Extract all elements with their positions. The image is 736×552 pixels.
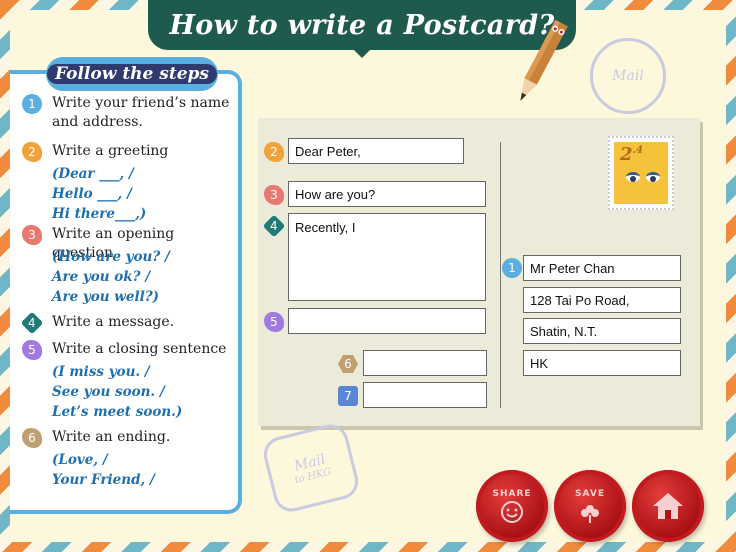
step-3-examples: (How are you? / Are you ok? / Are you we… (52, 247, 232, 307)
address-line-1-field[interactable]: Mr Peter Chan (523, 255, 681, 281)
step-3-example-3: Are you well?) (52, 289, 160, 305)
save-button-label: SAVE (575, 489, 605, 499)
step-3-number: 3 (22, 225, 42, 245)
badge-5: 5 (264, 312, 284, 332)
stamp-value-main: 2 (620, 144, 633, 165)
step-6-number: 6 (22, 428, 42, 448)
opening-question-field[interactable]: How are you? (288, 181, 486, 207)
step-3-example-2: Are you ok? / (52, 269, 151, 285)
postcard: 2 Dear Peter, 3 How are you? 4 Recently,… (258, 118, 700, 426)
postmark-top-label: Mail (612, 68, 644, 84)
step-2-examples: (Dear ___, / Hello ___, / Hi there___,) (52, 164, 232, 224)
step-1-number: 1 (22, 94, 42, 114)
step-6-examples: (Love, / Your Friend, / (52, 450, 232, 490)
step-2-example-2: Hello ___, / (52, 186, 132, 202)
step-2-number: 2 (22, 142, 42, 162)
step-5-example-3: Let’s meet soon.) (52, 404, 183, 420)
step-6-example-2: Your Friend, / (52, 472, 155, 488)
step-2-example-1: (Dear ___, / (52, 166, 134, 182)
badge-3: 3 (264, 185, 284, 205)
home-icon (653, 493, 683, 519)
ending-field[interactable] (363, 350, 487, 376)
flower-icon (581, 505, 599, 523)
stamp-right-eye-icon (646, 172, 660, 182)
pencil-icon (520, 19, 568, 101)
stamp-left-eye-icon (626, 172, 640, 182)
steps-heading: Follow the steps (47, 64, 217, 84)
address-line-4-field[interactable]: HK (523, 350, 681, 376)
signature-field[interactable] (363, 382, 487, 408)
badge-4: 4 (262, 214, 286, 238)
step-2-text: Write a greeting (52, 143, 169, 159)
address-line-2-field[interactable]: 128 Tai Po Road, (523, 287, 681, 313)
step-6-example-1: (Love, / (52, 452, 108, 468)
address-line-3-field[interactable]: Shatin, N.T. (523, 318, 681, 344)
stamp-value: 2.4 (620, 144, 643, 165)
step-1-text: Write your friend’s name and address. (52, 95, 230, 130)
stamp-value-decimal: .4 (632, 145, 643, 156)
share-button[interactable]: SHARE (476, 470, 548, 542)
closing-sentence-field[interactable] (288, 308, 486, 334)
postage-stamp: 2.4 (608, 136, 674, 210)
share-button-label: SHARE (492, 489, 532, 499)
badge-6: 6 (338, 355, 358, 373)
step-5-example-2: See you soon. / (52, 384, 165, 400)
message-field[interactable]: Recently, I (288, 213, 486, 301)
postcard-divider (500, 142, 501, 408)
greeting-field[interactable]: Dear Peter, (288, 138, 464, 164)
steps-heading-tab: Follow the steps (46, 57, 218, 91)
home-button[interactable] (632, 470, 704, 542)
badge-1: 1 (502, 258, 522, 278)
postmark-top: Mail (590, 38, 666, 114)
step-2-example-3: Hi there___,) (52, 206, 147, 222)
step-5-example-1: (I miss you. / (52, 364, 150, 380)
badge-7: 7 (338, 386, 358, 406)
step-4-number-label: 4 (28, 315, 36, 330)
save-button[interactable]: SAVE (554, 470, 626, 542)
step-3-example-1: (How are you? / (52, 249, 170, 265)
step-6-text: Write an ending. (52, 429, 171, 445)
page-title: How to write a Postcard? (169, 9, 555, 41)
step-5-examples: (I miss you. / See you soon. / Let’s mee… (52, 362, 232, 422)
badge-4-label: 4 (270, 218, 278, 233)
smile-icon (501, 501, 523, 523)
step-5-number: 5 (22, 340, 42, 360)
stamp-face: 2.4 (614, 142, 668, 204)
banner-notch (350, 46, 374, 58)
step-5-text: Write a closing sentence (52, 341, 227, 357)
badge-2: 2 (264, 142, 284, 162)
step-4-text: Write a message. (52, 314, 175, 330)
